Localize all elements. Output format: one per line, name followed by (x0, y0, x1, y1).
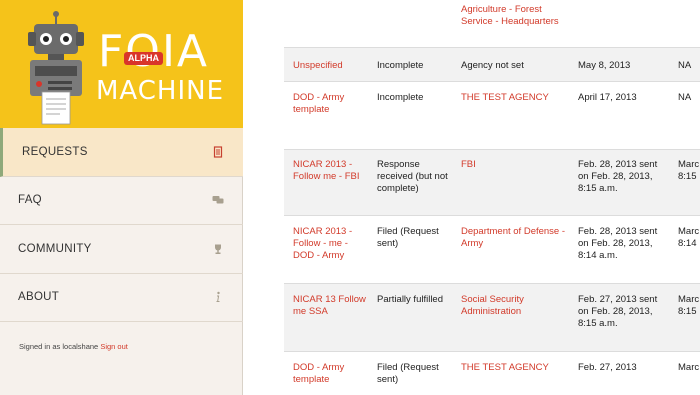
agency-link[interactable]: FBI (461, 159, 569, 171)
request-date: Feb. 27, 2013 sent on Feb. 28, 2013, 8:1… (578, 294, 658, 329)
request-status: Incomplete (377, 60, 424, 71)
request-status: Filed (Request sent) (377, 226, 439, 249)
request-date: Feb. 28, 2013 sent on Feb. 28, 2013, 8:1… (578, 226, 658, 261)
signed-in-status: Signed in as localshane Sign out (19, 342, 128, 351)
request-status: Response received (but not complete) (377, 159, 448, 194)
request-title-link[interactable]: NICAR 13 Follow me SSA (293, 294, 369, 318)
table-row[interactable]: NICAR 13 Follow me SSA Partially fulfill… (284, 284, 700, 352)
info-icon (216, 292, 220, 303)
chat-bubbles-icon (212, 196, 224, 204)
request-status: Partially fulfilled (377, 294, 443, 305)
requests-table: Agriculture - Forest Service - Headquart… (284, 0, 700, 395)
signed-in-label: Signed in as localshane (19, 342, 99, 351)
response-date: NA (678, 60, 692, 71)
sidebar-nav: REQUESTS FAQ COMMUNITY ABOUT (0, 128, 243, 322)
response-date: Marc 8:15 (678, 159, 700, 182)
request-title-link[interactable]: Unspecified (293, 60, 369, 72)
sidebar: FOIA ALPHA MACHINE REQUESTS FAQ COMMUNIT… (0, 0, 243, 395)
response-date: Marc 8:15 (678, 294, 700, 317)
request-title-link[interactable]: NICAR 2013 - Follow me - FBI (293, 159, 369, 183)
request-date: May 8, 2013 (578, 60, 631, 71)
sidebar-item-requests[interactable]: REQUESTS (0, 128, 243, 177)
agency-name: Agency not set (461, 60, 524, 71)
request-title-link[interactable]: DOD - Army template (293, 92, 369, 116)
response-date: NA (678, 92, 692, 103)
request-title-link[interactable]: NICAR 2013 - Follow - me - DOD - Army (293, 226, 369, 262)
logo-subtitle: MACHINE (96, 76, 225, 106)
table-row[interactable]: Agriculture - Forest Service - Headquart… (284, 0, 700, 48)
agency-link[interactable]: Agriculture - Forest Service - Headquart… (461, 4, 569, 28)
trophy-icon (215, 244, 221, 254)
table-row[interactable]: DOD - Army template Filed (Request sent)… (284, 352, 700, 395)
table-row[interactable]: Unspecified Incomplete Agency not set Ma… (284, 48, 700, 82)
foia-machine-logo[interactable]: FOIA ALPHA MACHINE (0, 0, 243, 128)
sidebar-item-label: COMMUNITY (18, 242, 92, 255)
response-date: Marc 8:14 (678, 226, 700, 249)
robot-logo-icon (28, 11, 84, 125)
request-date: Feb. 28, 2013 sent on Feb. 28, 2013, 8:1… (578, 159, 658, 194)
agency-link[interactable]: THE TEST AGENCY (461, 362, 569, 374)
request-date: Feb. 27, 2013 (578, 362, 637, 373)
agency-link[interactable]: THE TEST AGENCY (461, 92, 569, 104)
sidebar-item-about[interactable]: ABOUT (0, 274, 243, 322)
request-status: Incomplete (377, 92, 424, 103)
sidebar-item-faq[interactable]: FAQ (0, 177, 243, 225)
sidebar-item-label: REQUESTS (22, 145, 88, 158)
sidebar-item-label: ABOUT (18, 291, 60, 304)
sidebar-item-community[interactable]: COMMUNITY (0, 225, 243, 274)
table-row[interactable]: DOD - Army template Incomplete THE TEST … (284, 82, 700, 150)
table-row[interactable]: NICAR 2013 - Follow me - FBI Response re… (284, 150, 700, 216)
alpha-badge: ALPHA (124, 52, 163, 65)
table-row[interactable]: NICAR 2013 - Follow - me - DOD - Army Fi… (284, 216, 700, 284)
response-date: Marc (678, 362, 700, 373)
request-status: Filed (Request sent) (377, 362, 439, 385)
agency-link[interactable]: Department of Defense - Army (461, 226, 569, 250)
request-date: April 17, 2013 (578, 92, 637, 103)
sign-out-link[interactable]: Sign out (100, 342, 128, 351)
agency-link[interactable]: Social Security Administration (461, 294, 569, 318)
request-title-link[interactable]: DOD - Army template (293, 362, 369, 386)
sidebar-item-label: FAQ (18, 194, 42, 207)
document-icon (213, 146, 223, 158)
